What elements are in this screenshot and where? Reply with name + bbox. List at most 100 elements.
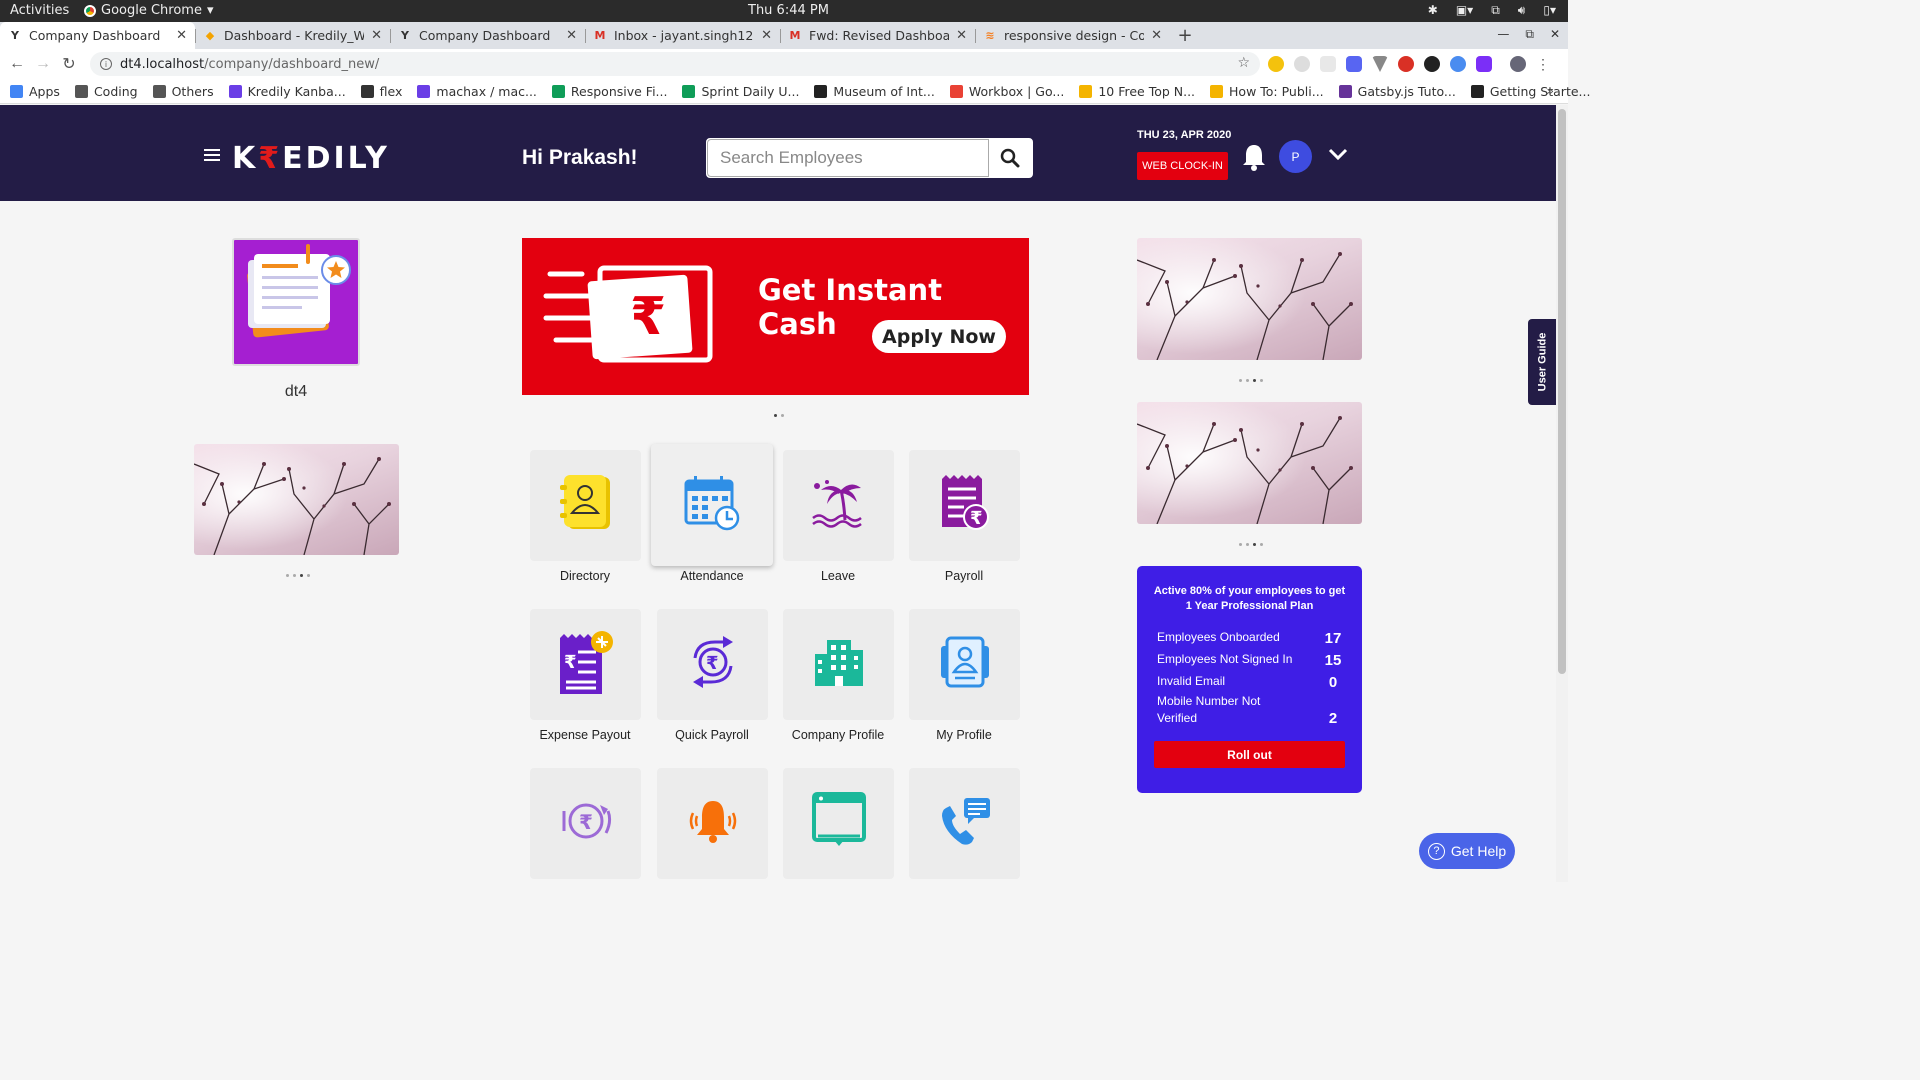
promo-image-left[interactable] (194, 444, 399, 555)
bookmark-item[interactable]: machax / mac... (417, 84, 537, 99)
search-button[interactable] (988, 139, 1032, 177)
module-tile-attendance[interactable] (651, 444, 773, 566)
module-tile-label[interactable]: Directory (515, 569, 655, 583)
user-guide-tab[interactable]: User Guide (1528, 319, 1556, 405)
scrollbar-thumb[interactable] (1558, 109, 1566, 674)
bookmark-item[interactable]: 10 Free Top N... (1079, 84, 1195, 99)
bookmark-item[interactable]: flex (360, 84, 402, 99)
module-tile-label[interactable]: Attendance (642, 569, 782, 583)
module-tile-directory[interactable] (530, 450, 641, 561)
module-tile-quick-payroll[interactable]: ₹ (657, 609, 768, 720)
module-tile-label[interactable]: Quick Payroll (642, 728, 782, 742)
bookmark-item[interactable]: Responsive Fi... (551, 84, 667, 99)
promo-image-right-2[interactable] (1137, 402, 1362, 524)
bookmark-item[interactable]: Sprint Daily U... (682, 84, 799, 99)
get-help-button[interactable]: ? Get Help (1419, 833, 1515, 869)
module-tile-label[interactable]: My Profile (894, 728, 1034, 742)
hamburger-menu-icon[interactable] (204, 149, 220, 161)
bookmark-item[interactable]: Apps (10, 84, 60, 99)
bookmarks-overflow-icon[interactable]: » (1546, 83, 1554, 98)
carousel-dots-left[interactable] (286, 574, 310, 577)
minimize-icon[interactable]: — (1497, 27, 1509, 42)
module-tile-label[interactable]: Expense Payout (515, 728, 655, 742)
address-bar[interactable]: i dt4.localhost /company/dashboard_new/ … (90, 52, 1260, 76)
system-clock[interactable]: Thu 6:44 PM (748, 3, 829, 18)
close-icon[interactable]: ✕ (176, 28, 187, 43)
module-tile-label[interactable]: Leave (768, 569, 908, 583)
user-avatar[interactable]: P (1279, 140, 1312, 173)
module-tile-company-profile[interactable] (783, 609, 894, 720)
module-tile-label[interactable]: Company Profile (768, 728, 908, 742)
chrome-menu-icon[interactable]: ⋮ (1536, 56, 1550, 73)
notification-bell-icon[interactable] (1241, 143, 1267, 176)
bookmark-item[interactable]: Gatsby.js Tuto... (1338, 84, 1456, 99)
volume-icon[interactable]: 🔊︎ (1518, 3, 1526, 18)
module-tile-leave[interactable] (783, 450, 894, 561)
extension-icon[interactable] (1450, 56, 1466, 72)
tab-company-dashboard-1[interactable]: Y Company Dashboard ✕ (0, 22, 195, 49)
site-info-icon[interactable]: i (100, 58, 112, 70)
close-icon[interactable]: ✕ (761, 28, 772, 43)
tab-gmail-fwd-revised-dashboard[interactable]: M Fwd: Revised Dashboard - ✕ (780, 22, 975, 49)
page-scrollbar[interactable] (1556, 105, 1568, 882)
module-tile-board[interactable] (783, 768, 894, 879)
chevron-down-icon[interactable] (1328, 147, 1348, 165)
bookmark-item[interactable]: Coding (74, 84, 138, 99)
carousel-dots-right-2[interactable] (1239, 543, 1263, 546)
close-icon[interactable]: ✕ (371, 28, 382, 43)
forward-arrow-icon[interactable]: → (30, 55, 56, 73)
search-input[interactable] (707, 139, 989, 177)
roll-out-button[interactable]: Roll out (1154, 741, 1345, 768)
carousel-dots-banner[interactable] (774, 414, 784, 417)
profile-avatar-icon[interactable] (1510, 56, 1526, 72)
module-tile-announcement-bell[interactable] (657, 768, 768, 879)
module-tile-support-call[interactable] (909, 768, 1020, 879)
apply-now-button[interactable]: Apply Now (872, 320, 1006, 353)
module-tile-payroll[interactable]: ₹ (909, 450, 1020, 561)
extension-icon[interactable] (1372, 56, 1388, 72)
extension-icon[interactable] (1268, 56, 1284, 72)
tab-responsive-design[interactable]: ≋ responsive design - Comm ✕ (975, 22, 1170, 49)
close-icon[interactable]: ✕ (956, 28, 967, 43)
promo-image-right-1[interactable] (1137, 238, 1362, 360)
tab-dashboard-kredily-web[interactable]: ◆ Dashboard - Kredily_Web_ ✕ (195, 22, 390, 49)
module-tile-expense-payout[interactable]: ₹ (530, 609, 641, 720)
extension-icon[interactable] (1294, 56, 1310, 72)
bookmark-item[interactable]: Kredily Kanba... (228, 84, 346, 99)
back-arrow-icon[interactable]: ← (4, 55, 30, 73)
app-menu[interactable]: Google Chrome ▾ (84, 3, 214, 18)
carousel-dots-right-1[interactable] (1239, 379, 1263, 382)
bookmark-label: Workbox | Go... (968, 83, 1065, 99)
instant-cash-banner[interactable]: ₹ Get Instant Cash Apply Now (522, 238, 1029, 395)
close-icon[interactable]: ✕ (566, 28, 577, 43)
bookmark-item[interactable]: How To: Publi... (1210, 84, 1324, 99)
bookmark-item[interactable]: Workbox | Go... (949, 83, 1065, 99)
reload-icon[interactable]: ↻ (56, 54, 82, 74)
clipboard-icon[interactable]: ▣▾ (1456, 3, 1473, 18)
bookmark-item[interactable]: Getting Starte... (1470, 84, 1590, 99)
slack-icon[interactable]: ✱ (1428, 3, 1438, 18)
extension-icon[interactable] (1424, 56, 1440, 72)
bookmark-item[interactable]: Museum of Int... (814, 84, 935, 99)
extension-icon[interactable] (1476, 56, 1492, 72)
battery-icon[interactable]: ▯▾ (1543, 3, 1556, 18)
kredily-logo[interactable]: K₹EDILY (232, 141, 390, 176)
close-window-icon[interactable]: ✕ (1550, 27, 1560, 42)
system-tray[interactable]: ✱ ▣▾ ⧉ 🔊︎ ▯▾ (1428, 3, 1556, 18)
new-tab-button[interactable]: + (1170, 22, 1200, 49)
extension-icon[interactable] (1320, 56, 1336, 72)
bookmark-item[interactable]: Others (152, 84, 214, 99)
module-tile-my-profile[interactable] (909, 609, 1020, 720)
bookmark-star-icon[interactable]: ☆ (1237, 55, 1250, 71)
maximize-icon[interactable]: ⧉ (1525, 27, 1534, 42)
tab-company-dashboard-2[interactable]: Y Company Dashboard ✕ (390, 22, 585, 49)
tab-gmail-inbox[interactable]: M Inbox - jayant.singh123@ ✕ (585, 22, 780, 49)
adblock-icon[interactable] (1398, 56, 1414, 72)
activities-button[interactable]: Activities (10, 3, 69, 18)
module-tile-label[interactable]: Payroll (894, 569, 1034, 583)
module-tile-reimbursement[interactable]: ₹ (530, 768, 641, 879)
close-icon[interactable]: ✕ (1151, 28, 1162, 43)
extension-icon[interactable] (1346, 56, 1362, 72)
network-icon[interactable]: ⧉ (1491, 3, 1500, 18)
web-clock-in-button[interactable]: WEB CLOCK-IN (1137, 152, 1228, 180)
